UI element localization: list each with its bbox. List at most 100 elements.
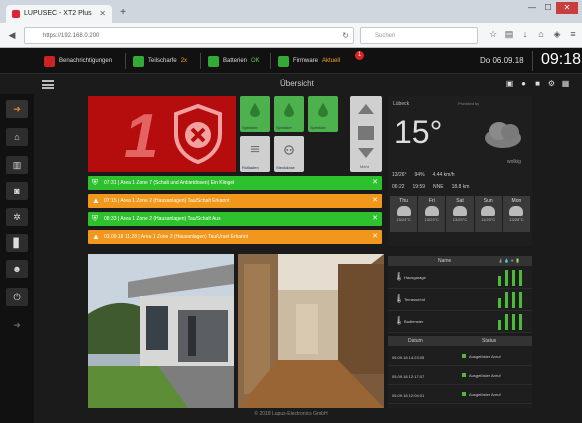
power-socket-icon <box>284 145 294 155</box>
sensor-bars <box>498 314 522 330</box>
blind-tile[interactable]: Rollladen <box>240 136 270 172</box>
sidebar-item-statistics[interactable]: ▊ <box>6 234 28 252</box>
day-name: Fri <box>428 198 435 204</box>
shield-icon[interactable]: ◈ <box>552 29 562 40</box>
visibility: 18.8 km <box>451 184 470 190</box>
library-icon[interactable]: ▤ <box>504 29 514 40</box>
event-log: Datum Status 05.09.18 14:23:05 Ausgelöst… <box>388 336 532 408</box>
browser-tab[interactable]: LUPUSEC - XT2 Plus ✕ <box>6 5 112 23</box>
sidebar-item-areas[interactable]: ⌂ <box>6 128 28 146</box>
search-placeholder: Suchen <box>375 33 396 39</box>
stop-button[interactable] <box>358 126 374 140</box>
log-status: Ausgelöster Anruf <box>462 354 501 359</box>
tab-title: LUPUSEC - XT2 Plus <box>24 10 92 17</box>
event-text: 08:33 | Area 1 Zone 2 (Hausanlagen) Tau/… <box>104 216 221 222</box>
download-icon[interactable]: ↓ <box>520 29 530 40</box>
menu-icon[interactable]: ≡ <box>568 29 578 40</box>
sensor-list: Name 🌡 💧 ☀ 🔋 🌡 Hausgarage 🌡 Terrasse/rot… <box>388 256 532 333</box>
new-tab-button[interactable]: + <box>116 7 130 19</box>
notifications-label: Benachrichtigungen <box>59 58 113 64</box>
sidebar-item-users[interactable]: ☻ <box>6 260 28 278</box>
scroll-label: Mehr <box>360 164 370 169</box>
blind-icon <box>250 146 260 153</box>
notifications-status[interactable]: Benachrichtigungen <box>44 55 112 67</box>
sensor-row[interactable]: 🌡 Hausgarage <box>388 267 532 289</box>
event-row[interactable]: ⛨ 07:31 | Area 1 Zone 7 (Schalt und Anbi… <box>88 176 382 190</box>
cloud-icon <box>453 206 467 216</box>
browser-chrome: LUPUSEC - XT2 Plus ✕ + — ☐ ✕ ◀ https://1… <box>0 0 582 48</box>
grid-icon[interactable]: ▦ <box>561 79 570 88</box>
address-field[interactable]: https://192.168.0.200 ↻ <box>24 27 354 44</box>
sidebar-item-devices[interactable]: ▥ <box>6 156 28 174</box>
area-number: 1 <box>124 102 159 171</box>
sprinkler-tile-3[interactable]: Sprinkler <box>308 96 338 132</box>
cloud-icon <box>424 206 439 216</box>
sidebar-item-settings[interactable]: ✲ <box>6 208 28 226</box>
sensor-row[interactable]: 🌡 Terrasse/rot <box>388 289 532 311</box>
minimize-button[interactable]: — <box>524 2 540 14</box>
event-row[interactable]: ▲ 07:15 | Area 1 Zone 2 (Hausanlagen) Ta… <box>88 194 382 208</box>
sidebar-item-logout[interactable]: ➜ <box>6 316 28 334</box>
home-icon[interactable]: ⌂ <box>536 29 546 40</box>
socket-tile[interactable]: Steckdose <box>274 136 304 172</box>
scroll-down-button[interactable] <box>358 148 374 158</box>
event-row[interactable]: ▲ 03.09.18 11:28 | Area 1 Zone 3 (Hausan… <box>88 230 382 244</box>
log-row[interactable]: 05.09.18 14:23:05 Ausgelöster Anruf <box>388 348 532 366</box>
close-window-button[interactable]: ✕ <box>556 2 578 14</box>
sidebar-item-cameras[interactable]: ◙ <box>6 182 28 200</box>
dismiss-icon[interactable]: ✕ <box>372 178 378 186</box>
cloud-icon <box>481 206 496 216</box>
sprinkler-tile-2[interactable]: Sprinkler <box>274 96 304 132</box>
firmware-status[interactable]: Firmware Aktuell <box>278 55 340 67</box>
sidebar-item-power[interactable]: ⏻ <box>6 288 28 306</box>
scroll-up-button[interactable] <box>358 104 374 114</box>
back-icon[interactable]: ◀ <box>6 29 18 41</box>
sensor-header: Name 🌡 💧 ☀ 🔋 <box>388 256 532 266</box>
dismiss-icon[interactable]: ✕ <box>372 232 378 240</box>
title-icons: ▣ ● ■ ⚙ ▦ <box>505 79 570 88</box>
logout-arrow-icon: ➜ <box>13 320 21 330</box>
camera-icon[interactable]: ■ <box>533 79 542 88</box>
partial-armed-label: Teilscharfe <box>148 58 177 64</box>
close-tab-icon[interactable]: ✕ <box>99 9 106 18</box>
bookmark-star-icon[interactable]: ☆ <box>488 29 498 40</box>
dismiss-icon[interactable]: ✕ <box>372 196 378 204</box>
hamburger-menu-icon[interactable] <box>42 80 54 89</box>
gear-icon: ✲ <box>13 212 21 222</box>
sidebar-item-home[interactable]: ➔ <box>6 100 28 118</box>
date-display: Do 06.09.18 <box>480 56 524 65</box>
water-drop-icon <box>284 103 294 117</box>
log-date: 05.09.18 14:23:05 <box>392 355 425 360</box>
settings-icon[interactable]: ⚙ <box>547 79 556 88</box>
reload-icon[interactable]: ↻ <box>342 31 349 40</box>
house-interior-photo <box>238 254 384 408</box>
sensor-row[interactable]: 🌡 Badfenster <box>388 311 532 333</box>
partial-armed-status[interactable]: Teilscharfe 2x <box>133 55 187 67</box>
search-input[interactable]: Suchen <box>360 27 478 44</box>
alarm-area-tile[interactable]: 1 <box>88 96 236 172</box>
event-row[interactable]: ⛨ 08:33 | Area 1 Zone 2 (Hausanlagen) Ta… <box>88 212 382 226</box>
log-row[interactable]: 05.09.18 12:17:07 Ausgelöster Anruf <box>388 367 532 385</box>
sprinkler-tile-1[interactable]: Sprinkler <box>240 96 270 132</box>
building-icon: ▥ <box>12 160 22 170</box>
dismiss-icon[interactable]: ✕ <box>372 214 378 222</box>
day-name: Sun <box>483 198 493 204</box>
battery-status[interactable]: Batterien OK <box>208 55 260 67</box>
app-status-bar: Benachrichtigungen Teilscharfe 2x Batter… <box>0 48 582 74</box>
weather-widget[interactable]: Lübeck Provided by 15° wolkig 13/26° 94%… <box>388 96 532 246</box>
sensor-bars <box>498 270 522 286</box>
sensor-name: Badfenster <box>404 319 424 324</box>
maximize-button[interactable]: ☐ <box>540 2 556 14</box>
temp-range: 13/26° <box>392 172 407 178</box>
day-temps: 13/23°C <box>424 217 440 222</box>
map-icon[interactable]: ▣ <box>505 79 514 88</box>
tab-bar: LUPUSEC - XT2 Plus ✕ + — ☐ ✕ <box>0 0 582 23</box>
thermometer-icon: 🌡 <box>394 316 405 325</box>
log-header-status: Status <box>482 338 497 344</box>
log-row[interactable]: 05.09.18 12:04:01 Ausgelöster Anruf <box>388 386 532 404</box>
chat-icon[interactable]: ● <box>519 79 528 88</box>
tile-label: Sprinkler <box>242 125 258 130</box>
current-temperature: 15° <box>394 114 443 150</box>
divider <box>270 53 271 69</box>
divider <box>200 53 201 69</box>
